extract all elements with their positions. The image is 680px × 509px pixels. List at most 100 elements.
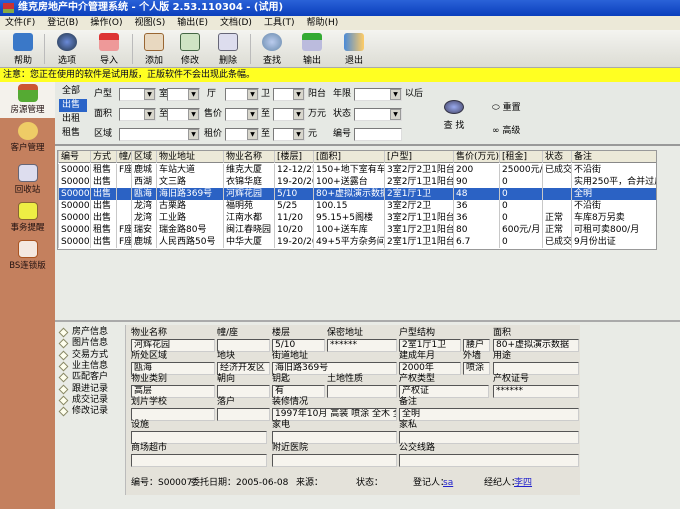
tree-item[interactable]: 成交记录 [58,395,108,406]
table-row[interactable]: S00009租售F座鹿城车站大道维克大厦12-12/25150+地下室有车位3室… [58,164,656,176]
eraser-icon: ⬭ [492,103,500,113]
area-max-select[interactable]: ▼ [167,108,200,121]
luohu-field[interactable] [217,408,270,421]
exit-button[interactable]: 退出 [337,32,371,66]
table-cell: 已成交 [542,164,571,176]
column-header[interactable]: 编号 [58,151,90,163]
table-cell: S00007 [58,188,90,200]
district-select[interactable]: ▼ [119,128,200,141]
yiyuan-field[interactable] [272,454,397,467]
menu-view[interactable]: 视图(S) [135,18,166,28]
import-button[interactable]: 导入 [92,32,126,66]
balcony-select[interactable]: ▼ [273,88,305,101]
status-select[interactable]: ▼ [354,108,402,121]
add-button[interactable]: 添加 [137,32,171,66]
baths-select[interactable]: ▼ [225,88,259,101]
sidebar-item-reminders[interactable]: 事务提醒 [0,200,55,236]
column-header[interactable]: 方式 [90,151,116,163]
rent-max-select[interactable]: ▼ [273,128,305,141]
menu-help[interactable]: 帮助(H) [306,18,338,28]
column-header[interactable]: 区域 [131,151,156,163]
reset-button[interactable]: ⬭ 重置 [492,100,521,113]
table-row[interactable]: S00007出售 瓯海海旧路369号河辉花园5/1080+虚拟演示数据2室1厅1卫… [58,188,656,200]
beizhu-field[interactable]: 全明 [399,408,579,421]
table-cell: 36 [453,200,499,212]
table-cell: 80+虚拟演示数据 [313,188,384,200]
column-header[interactable]: 物业名称 [223,151,274,163]
menu-document[interactable]: 文档(D) [220,18,252,28]
table-cell: 5/25 [274,200,313,212]
sidebar-item-bs-chain[interactable]: BS连锁版 [0,238,55,274]
tree-item[interactable]: 修改记录 [58,406,109,417]
menu-file[interactable]: 文件(F) [5,18,35,28]
help-button[interactable]: 帮助 [6,32,40,66]
gongjiao-field[interactable] [399,454,579,467]
delete-button[interactable]: 删除 [211,32,245,66]
menu-tools[interactable]: 工具(T) [264,18,295,28]
years-select[interactable]: ▼ [354,88,402,101]
column-header[interactable]: [户型] [384,151,453,163]
export-button[interactable]: 输出 [295,32,329,66]
table-cell: 49+5平方杂务间 [313,236,384,248]
table-row[interactable]: S00005出售 龙湾工业路江南水都11/2095.15+5阁楼3室2厅1卫1阳台… [58,212,656,224]
tree-item[interactable]: 业主信息 [58,361,108,372]
options-button[interactable]: 选项 [50,32,84,66]
tab-sale[interactable]: 出售 [59,99,87,112]
tree-item[interactable]: 跟进记录 [58,384,108,395]
tudi-field[interactable] [327,385,397,398]
sidebar-item-recycle-bin[interactable]: 回收站 [0,162,55,198]
column-header[interactable]: 售价(万元) [453,151,499,163]
column-header[interactable]: [面积] [313,151,384,163]
tree-item[interactable]: 匹配客户 [58,372,108,383]
id-input[interactable] [354,128,402,141]
table-cell: 9月份出证 [571,236,656,248]
search-button[interactable]: 查找 [255,32,289,66]
zhuangxiu-field[interactable]: 1997年10月 高装 喷涂 全木 全才 [272,408,397,421]
status-dengji[interactable]: sa [443,478,453,489]
zhuangxiu-label: 装修情况 [272,397,309,407]
table-row[interactable]: S00004租售F座瑞安瑞金路80号闽江春晓园10/20100+送车库3室1厅2… [58,224,656,236]
tree-item[interactable]: 交易方式 [58,350,108,361]
column-header[interactable]: 幢/ [116,151,131,163]
yiyuan-label: 附近医院 [272,443,309,453]
status-jingji[interactable]: 李四 [514,478,532,489]
table-row[interactable]: S00008出售 西湖文三路衣锦华庭19-20/20100+送露台2室2厅1卫1阳… [58,176,656,188]
baomi-field[interactable]: ****** [327,339,397,352]
menu-operate[interactable]: 操作(O) [90,18,122,28]
tab-all[interactable]: 全部 [59,85,87,98]
menu-register[interactable]: 登记(B) [47,18,78,28]
column-header[interactable]: 物业地址 [156,151,223,163]
sidebar-item-listings[interactable]: 房源管理 [0,82,55,118]
table-cell: 维克大厦 [223,164,274,176]
table-row[interactable]: S00003出售F座鹿城人民西路50号中华大厦19-20/2049+5平方杂务间… [58,236,656,248]
column-header[interactable]: [租金] [499,151,542,163]
tab-rent-sale[interactable]: 租售 [59,127,87,140]
halls-select[interactable]: ▼ [167,88,200,101]
rent-min-select[interactable]: ▼ [225,128,259,141]
tab-rent[interactable]: 出租 [59,113,87,126]
zhenghao-field[interactable]: ****** [493,385,579,398]
find-button[interactable]: 查 找 [438,100,470,131]
price-max-select[interactable]: ▼ [273,108,305,121]
tree-item[interactable]: 房产信息 [58,327,108,338]
table-row[interactable]: S00001出售 龙湾古栗路福明苑5/25100.153室2厅2卫360 不沿街 [58,200,656,212]
column-header[interactable]: 备注 [571,151,656,163]
menu-export[interactable]: 输出(E) [177,18,208,28]
jiancheng-label: 建成年月 [399,351,436,361]
shangchang-field[interactable] [131,454,267,467]
sidebar-item-customers[interactable]: 客户管理 [0,120,55,156]
area-min-select[interactable]: ▼ [119,108,156,121]
wuye-mingcheng-label: 物业名称 [131,328,168,338]
table-cell: 出售 [90,236,116,248]
column-header[interactable]: [楼层] [274,151,313,163]
edit-button[interactable]: 修改 [173,32,207,66]
mianji-label: 面积 [493,328,512,338]
advanced-button[interactable]: ∞ 高级 [492,123,520,136]
tree-item-label: 修改记录 [72,406,109,417]
column-header[interactable]: 状态 [542,151,571,163]
rooms-min-select[interactable]: ▼ [119,88,156,101]
waiqiang-field[interactable]: 喷涂 [463,362,490,375]
price-label: 售价 [204,109,223,119]
price-min-select[interactable]: ▼ [225,108,259,121]
tree-item[interactable]: 图片信息 [58,338,108,349]
